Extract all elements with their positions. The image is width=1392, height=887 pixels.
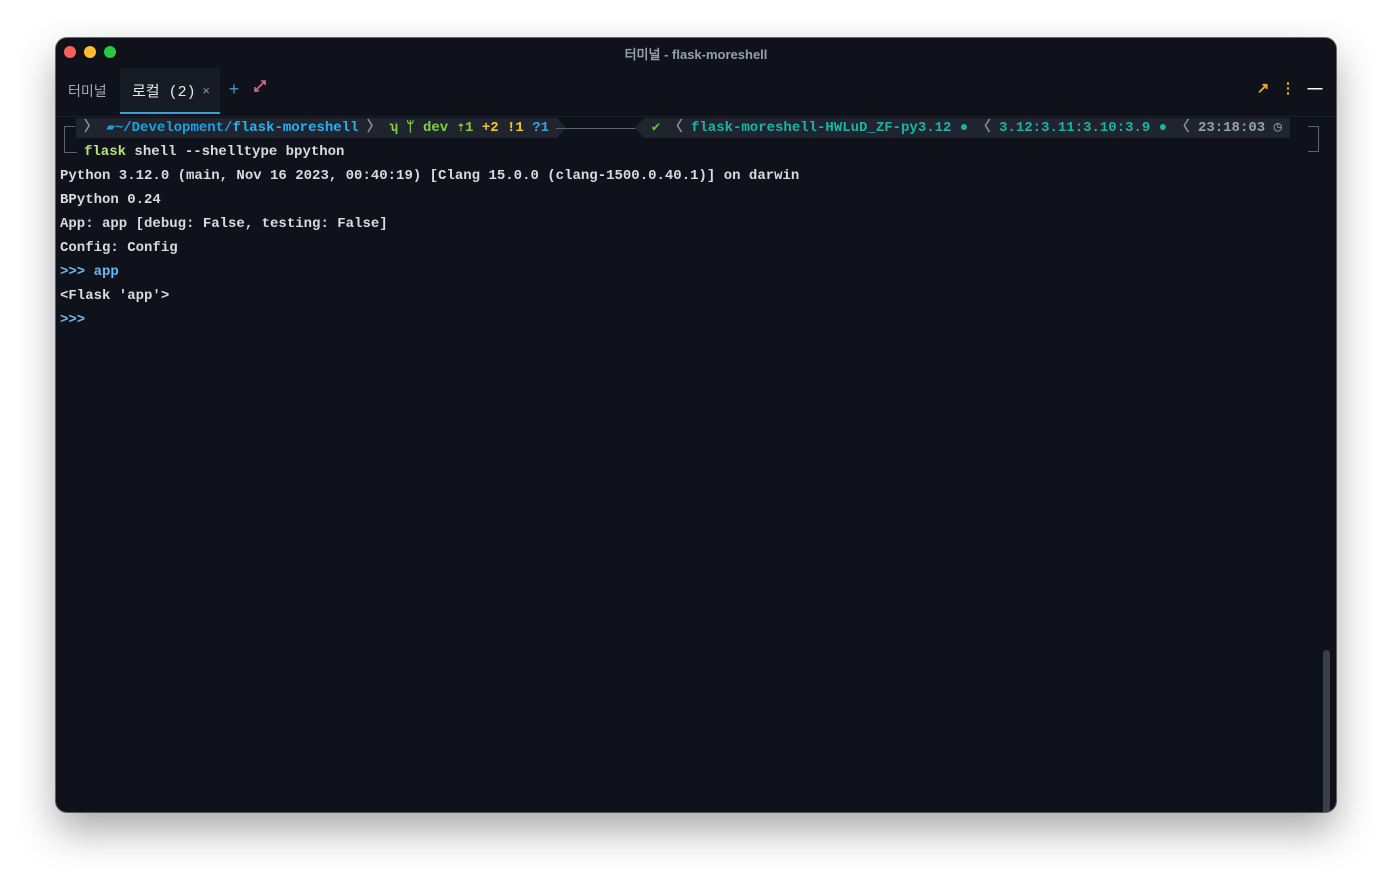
repl-prompt: >>>	[60, 264, 86, 280]
clock-icon: ◷	[1273, 120, 1282, 136]
terminal-output[interactable]: 〉 ▰~/Development/flask-moreshell 〉 ʮ ᛘ d…	[56, 116, 1336, 812]
repl-result-line: <Flask 'app'>	[60, 288, 170, 304]
expand-icon[interactable]	[250, 78, 270, 100]
segment-separator: 〈	[976, 120, 991, 136]
tab-terminal-label: 터미널	[68, 83, 107, 99]
branch-icon: ᛘ	[406, 120, 415, 136]
folder-icon: ▰	[106, 120, 115, 136]
repl-input-line[interactable]: >>>	[60, 310, 85, 330]
git-icon: ʮ	[389, 120, 398, 136]
window-title: 터미널 - flask-moreshell	[624, 47, 768, 62]
output-line: Python 3.12.0 (main, Nov 16 2023, 00:40:…	[60, 168, 800, 184]
pyenv-icon: ●	[1158, 120, 1168, 136]
tab-local[interactable]: 로컬 (2) ×	[120, 68, 220, 114]
prompt-frame-left-bottom	[64, 144, 77, 153]
minimize-panel-icon[interactable]: —	[1305, 78, 1325, 100]
output-line: BPython 0.24	[60, 192, 161, 208]
tab-terminal[interactable]: 터미널	[68, 68, 107, 114]
prompt-left-segment: 〉 ▰~/Development/flask-moreshell 〉 ʮ ᛘ d…	[76, 118, 567, 138]
git-untracked: ?1	[532, 120, 550, 136]
python-icon: ●	[959, 120, 969, 136]
git-ahead: ⇡1	[456, 120, 474, 136]
git-staged: +2	[481, 120, 499, 136]
output-line: App: app [debug: False, testing: False]	[60, 216, 388, 232]
virtualenv-name: flask-moreshell-HWLuD_ZF-py3.12	[691, 120, 952, 136]
title-bar: 터미널 - flask-moreshell	[56, 38, 1336, 66]
prompt-right-segment: ✔ 〈 flask-moreshell-HWLuD_ZF-py3.12 ● 〈 …	[634, 118, 1290, 138]
open-external-icon[interactable]: ↗	[1253, 78, 1273, 100]
git-branch: dev	[422, 120, 449, 136]
segment-separator: 〉	[366, 120, 381, 136]
prompt-time: 23:18:03	[1197, 120, 1266, 136]
segment-separator: 〈	[668, 120, 683, 136]
path-current: flask-moreshell	[232, 120, 359, 136]
tab-local-label: 로컬 (2)	[132, 84, 196, 101]
command-line: flask shell --shelltype bpython	[84, 142, 344, 162]
terminal-window: 터미널 - flask-moreshell 터미널 로컬 (2) × + ↗ ⋮…	[56, 38, 1336, 812]
new-tab-icon[interactable]: +	[224, 78, 244, 100]
command-args: shell --shelltype bpython	[134, 144, 345, 160]
python-versions: 3.12:3.11:3.10:3.9	[999, 120, 1151, 136]
output-line: Config: Config	[60, 240, 178, 256]
tab-bar: 터미널 로컬 (2) × + ↗ ⋮ —	[56, 66, 1336, 117]
close-tab-icon[interactable]: ×	[202, 68, 210, 114]
git-unstaged: !1	[507, 120, 524, 136]
prompt-frame-right	[1308, 126, 1319, 152]
segment-separator: 〉	[84, 120, 98, 136]
segment-separator: 〈	[1175, 120, 1190, 136]
repl-input: app	[85, 264, 119, 280]
status-ok-icon: ✔	[651, 120, 661, 136]
scrollbar[interactable]	[1323, 650, 1330, 812]
path-prefix: ~/Development/	[114, 120, 233, 136]
repl-input-line: >>> app	[60, 262, 119, 282]
command-program: flask	[84, 144, 127, 160]
more-options-icon[interactable]: ⋮	[1278, 78, 1298, 100]
repl-prompt: >>>	[60, 312, 86, 328]
